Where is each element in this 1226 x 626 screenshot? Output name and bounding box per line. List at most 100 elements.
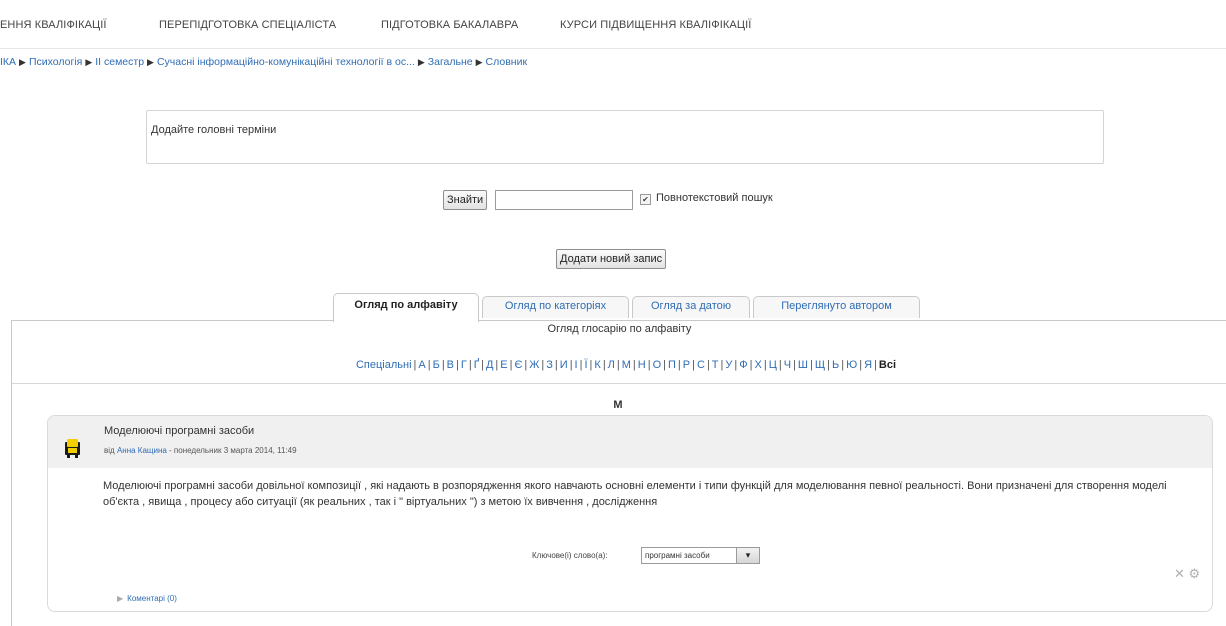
breadcrumb: ІКА ▶ Психологія ▶ ІІ семестр ▶ Сучасні інформ… <box>0 56 527 68</box>
entry-header: Моделюючі програмні засоби від Анна Кащи… <box>48 416 1212 468</box>
tab-categories[interactable]: Огляд по категоріях <box>482 296 629 318</box>
alphabet-separator: | <box>589 359 593 371</box>
alphabet-separator: | <box>778 359 782 371</box>
tab-author[interactable]: Переглянуто автором <box>753 296 920 318</box>
chevron-down-icon[interactable]: ▾ <box>736 548 759 563</box>
alphabet-letter-link[interactable]: Р <box>683 359 690 371</box>
alphabet-letter-link[interactable]: М <box>622 359 631 371</box>
alphabet-letter-link[interactable]: Е <box>500 359 507 371</box>
keywords-label: Ключове(і) слово(а): <box>532 551 608 560</box>
alphabet-separator: | <box>602 359 606 371</box>
fulltext-checkbox[interactable]: ✔ <box>640 194 651 205</box>
alphabet-letter-link[interactable]: Г <box>461 359 467 371</box>
alphabet-letter-link[interactable]: К <box>594 359 600 371</box>
alphabet-letter-link[interactable]: П <box>668 359 676 371</box>
alphabet-index: Спеціальні | А | Б | В | Г | Ґ | Д | Е | Є | Ж | З | И | І | Ї | К | Л… <box>12 359 1226 371</box>
nav-item-bachelor[interactable]: ПІДГОТОВКА БАКАЛАВРА <box>381 19 518 31</box>
glossary-intro-box: Додайте головні терміни <box>146 110 1104 164</box>
user-avatar-icon[interactable] <box>63 436 82 458</box>
keywords-select-value: програмні засоби <box>645 551 710 560</box>
alphabet-separator: | <box>616 359 620 371</box>
alphabet-separator: | <box>706 359 710 371</box>
breadcrumb-item-glossary[interactable]: Словник <box>486 56 528 68</box>
breadcrumb-item-course[interactable]: Сучасні інформаційно-комунікаційні техно… <box>157 56 415 68</box>
breadcrumb-separator-icon: ▶ <box>147 57 154 67</box>
breadcrumb-separator-icon: ▶ <box>19 57 26 67</box>
alphabet-letter-link[interactable]: Ґ <box>474 359 479 371</box>
breadcrumb-separator-icon: ▶ <box>417 57 425 67</box>
alphabet-letter-link[interactable]: Б <box>433 359 440 371</box>
alphabet-separator: | <box>663 359 667 371</box>
alphabet-letter-link[interactable]: У <box>725 359 732 371</box>
comments-link[interactable]: ▶ Коментарі (0) <box>117 594 177 603</box>
alphabet-letter-link[interactable]: О <box>653 359 662 371</box>
alphabet-separator: | <box>749 359 753 371</box>
alphabet-letter-link[interactable]: Ш <box>798 359 808 371</box>
alphabet-letter-link[interactable]: Ч <box>784 359 791 371</box>
alphabet-letter-link[interactable]: Ї <box>584 359 587 371</box>
tab-alphabet[interactable]: Огляд по алфавіту <box>333 293 479 322</box>
nav-item-qualification[interactable]: ЕННЯ КВАЛІФІКАЦІЇ <box>0 19 107 31</box>
entry-definition: Моделюючі програмні засоби довільної ком… <box>103 480 1167 508</box>
alphabet-separator: | <box>859 359 863 371</box>
alphabet-separator: | <box>827 359 831 371</box>
alphabet-letter-link[interactable]: Х <box>754 359 761 371</box>
alphabet-letter-link[interactable]: Я <box>864 359 872 371</box>
search-button[interactable]: Знайти <box>443 190 488 210</box>
nav-item-advanced-courses[interactable]: КУРСИ ПІДВИЩЕННЯ КВАЛІФІКАЦІЇ <box>560 19 751 31</box>
alphabet-letter-link[interactable]: Ф <box>739 359 747 371</box>
alphabet-letter-link[interactable]: Є <box>514 359 522 371</box>
alphabet-letter-link[interactable]: Л <box>608 359 615 371</box>
breadcrumb-item-general[interactable]: Загальне <box>428 56 473 68</box>
alphabet-letter-link[interactable]: Ь <box>832 359 839 371</box>
alphabet-separator: | <box>509 359 513 371</box>
alphabet-letter-link[interactable]: Н <box>638 359 646 371</box>
entry-actions: ✕ ⚙ <box>1174 566 1200 582</box>
alphabet-letter-link[interactable]: И <box>560 359 568 371</box>
alphabet-letter-link[interactable]: Т <box>712 359 719 371</box>
alphabet-separator: | <box>554 359 558 371</box>
alphabet-separator: | <box>495 359 499 371</box>
alphabet-letter-link[interactable]: І <box>575 359 578 371</box>
breadcrumb-item-psychology[interactable]: Психологія <box>29 56 82 68</box>
nav-item-retraining[interactable]: ПЕРЕПІДГОТОВКА СПЕЦІАЛІСТА <box>159 19 336 31</box>
breadcrumb-item-semester[interactable]: ІІ семестр <box>95 56 144 68</box>
author-link[interactable]: Анна Кащина <box>117 446 167 455</box>
alphabet-separator: | <box>413 359 417 371</box>
delete-icon[interactable]: ✕ <box>1174 566 1185 581</box>
alphabet-separator: | <box>569 359 573 371</box>
alphabet-letter-link[interactable]: С <box>697 359 705 371</box>
alphabet-separator: | <box>677 359 681 371</box>
alphabet-letter-link[interactable]: З <box>546 359 553 371</box>
alphabet-letter-link[interactable]: В <box>447 359 454 371</box>
letter-heading: М <box>613 399 623 411</box>
alphabet-separator: | <box>579 359 583 371</box>
gear-icon[interactable]: ⚙ <box>1189 566 1201 581</box>
entry-date: - понедельник 3 марта 2014, 11:49 <box>169 446 297 455</box>
alphabet-letter-link[interactable]: Д <box>486 359 493 371</box>
alphabet-separator: | <box>481 359 484 371</box>
keywords-select[interactable]: програмні засоби ▾ <box>641 547 760 564</box>
alphabet-separator: | <box>793 359 796 371</box>
alphabet-separator: | <box>692 359 695 371</box>
breadcrumb-item-root[interactable]: ІКА <box>0 56 16 68</box>
alphabet-separator: | <box>524 359 528 371</box>
search-input[interactable] <box>495 190 633 210</box>
alphabet-all-link[interactable]: Всі <box>879 359 896 371</box>
divider <box>12 383 1226 384</box>
alphabet-separator: | <box>456 359 459 371</box>
alphabet-letter-link[interactable]: Щ <box>815 359 825 371</box>
entry-term: Моделюючі програмні засоби <box>104 425 255 437</box>
alphabet-separator: | <box>647 359 651 371</box>
alphabet-letter-link[interactable]: Ю <box>846 359 857 371</box>
alphabet-letter-link[interactable]: А <box>418 359 425 371</box>
alphabet-special-link[interactable]: Спеціальні <box>356 359 412 371</box>
tab-date[interactable]: Огляд за датою <box>632 296 750 318</box>
alphabet-separator: | <box>427 359 431 371</box>
alphabet-separator: | <box>720 359 724 371</box>
alphabet-letter-link[interactable]: Ц <box>769 359 777 371</box>
add-entry-button[interactable]: Додати новий запис <box>556 249 667 269</box>
alphabet-letter-link[interactable]: Ж <box>529 359 539 371</box>
glossary-entry: Моделюючі програмні засоби від Анна Кащи… <box>47 415 1213 612</box>
fulltext-checkbox-label: Повнотекстовий пошук <box>656 192 773 204</box>
